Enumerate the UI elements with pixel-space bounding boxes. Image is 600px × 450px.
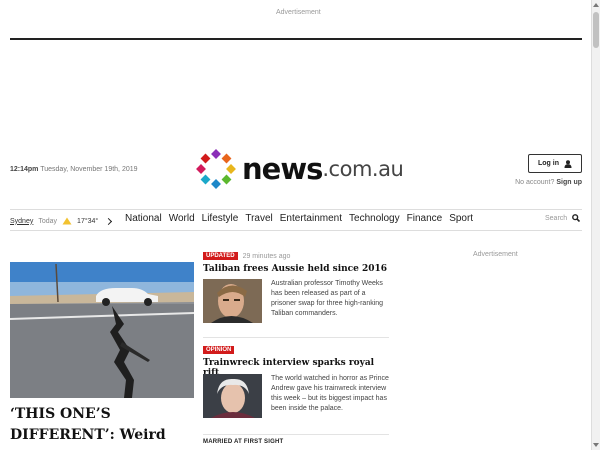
nav-item-national[interactable]: National <box>125 213 162 227</box>
nav-item-technology[interactable]: Technology <box>349 213 400 227</box>
section-label[interactable]: MARRIED AT FIRST SIGHT <box>203 439 283 445</box>
search-control[interactable]: Search <box>545 214 581 222</box>
hero-headline[interactable]: ‘THIS ONE’S DIFFERENT’: Weird <box>10 404 196 446</box>
nav-divider-bottom <box>10 230 582 231</box>
story-thumbnail[interactable] <box>203 374 262 418</box>
weather-widget[interactable]: Sydney Today 17°34° <box>10 215 113 227</box>
story-meta: Updated 29 minutes ago <box>203 251 389 261</box>
site-logo[interactable]: news .com.au <box>196 148 404 190</box>
date-time: 12:14pm Tuesday, November 19th, 2019 <box>10 166 138 173</box>
story-summary: The world watched in horror as Prince An… <box>271 375 389 412</box>
nav-item-lifestyle[interactable]: Lifestyle <box>202 213 239 227</box>
search-label: Search <box>545 214 568 222</box>
weather-temperature: 17°34° <box>77 217 99 225</box>
nav-item-entertainment[interactable]: Entertainment <box>280 213 342 227</box>
nav-divider-top <box>10 209 582 210</box>
top-ad-label: Advertisement <box>276 9 321 16</box>
no-account-prompt: No account? Sign up <box>515 179 582 186</box>
no-account-text: No account? <box>515 179 555 186</box>
nav-item-world[interactable]: World <box>169 213 195 227</box>
current-time: 12:14pm <box>10 166 39 173</box>
story-badge: Updated <box>203 252 238 260</box>
story-thumbnail[interactable] <box>203 279 262 323</box>
scrollbar-thumb[interactable] <box>593 12 599 48</box>
scroll-down-arrow-icon[interactable] <box>593 443 599 447</box>
nav-item-finance[interactable]: Finance <box>407 213 443 227</box>
nav-item-travel[interactable]: Travel <box>245 213 272 227</box>
story-badge: Opinion <box>203 346 235 354</box>
chevron-right-icon[interactable] <box>105 217 113 225</box>
partly-sunny-icon <box>62 217 72 225</box>
story-divider <box>203 337 389 338</box>
weather-city[interactable]: Sydney <box>10 218 33 225</box>
story-timestamp: 29 minutes ago <box>242 252 291 260</box>
scroll-up-arrow-icon[interactable] <box>593 3 599 7</box>
logo-dots-icon <box>196 149 236 189</box>
logo-domain: .com.au <box>322 157 404 181</box>
current-date: Tuesday, November 19th, 2019 <box>40 166 138 173</box>
signup-link[interactable]: Sign up <box>556 179 582 186</box>
logo-wordmark: news <box>242 152 323 186</box>
story-card[interactable]: Opinion Trainwreck interview sparks roya… <box>203 345 389 425</box>
user-icon <box>564 159 572 168</box>
story-summary: Australian professor Timothy Weeks has b… <box>271 280 384 317</box>
weather-day: Today <box>38 217 58 225</box>
search-icon[interactable] <box>572 214 581 222</box>
login-label: Log in <box>538 160 559 167</box>
story-meta: Opinion <box>203 345 389 355</box>
page-scrollbar[interactable] <box>591 0 600 450</box>
side-ad-label: Advertisement <box>473 251 518 258</box>
nav-item-sport[interactable]: Sport <box>449 213 473 227</box>
login-button[interactable]: Log in <box>528 154 582 173</box>
header-divider <box>10 38 582 40</box>
main-nav: National World Lifestyle Travel Entertainmen… <box>125 213 473 227</box>
story-title[interactable]: Taliban frees Aussie held since 2016 <box>203 264 389 274</box>
story-card[interactable]: Updated 29 minutes ago Taliban frees Aus… <box>203 251 389 331</box>
story-divider <box>203 434 389 435</box>
hero-image[interactable] <box>10 262 194 398</box>
